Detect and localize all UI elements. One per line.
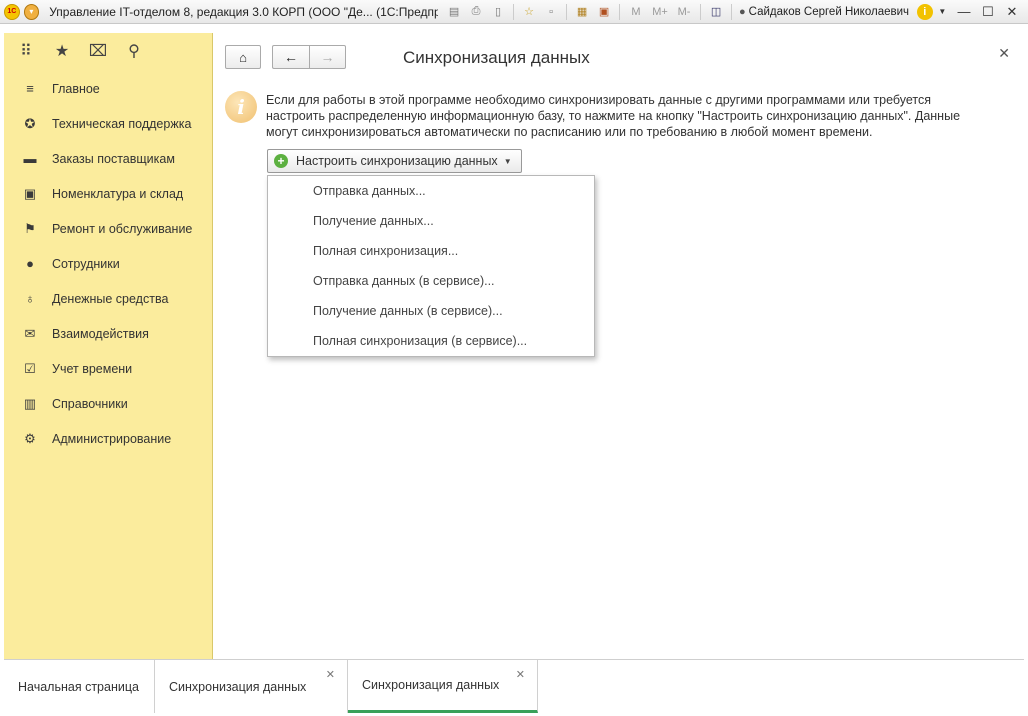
window-controls: — ☐ ✕: [952, 2, 1024, 22]
app-logo-icon[interactable]: 1C: [4, 3, 20, 20]
close-icon[interactable]: ✕: [998, 45, 1010, 62]
menu-item-send-data-service[interactable]: Отправка данных (в сервисе)...: [268, 266, 594, 296]
sidebar-sections: ≡ Главное ✪ Техническая поддержка ▬ Зака…: [4, 71, 212, 456]
apps-grid-icon[interactable]: ⠿: [14, 41, 38, 61]
sidebar-item-repair[interactable]: ⚑ Ремонт и обслуживание: [4, 211, 212, 246]
chevron-down-icon[interactable]: ▼: [933, 3, 952, 21]
current-user[interactable]: ● Сайдаков Сергей Николаевич: [739, 6, 909, 18]
memory-button[interactable]: M: [625, 3, 647, 21]
setup-sync-button[interactable]: + Настроить синхронизацию данных ▼: [267, 149, 522, 173]
sidebar-item-nomenclature[interactable]: ▣ Номенклатура и склад: [4, 176, 212, 211]
gear-icon: ⚙: [24, 430, 36, 446]
checkered-flag-icon: ⚑: [24, 220, 36, 236]
forward-button[interactable]: →: [309, 45, 346, 69]
setup-sync-label: Настроить синхронизацию данных: [296, 154, 498, 168]
open-windows-tabs: Начальная страница Синхронизация данных …: [4, 659, 1024, 713]
sidebar-item-main[interactable]: ≡ Главное: [4, 71, 212, 106]
sidebar: ⠿ ★ ⌧ ⚲ ≡ Главное ✪ Техническая поддержк…: [4, 33, 213, 659]
page-title: Синхронизация данных: [403, 48, 590, 67]
print-icon[interactable]: ⎙: [466, 3, 486, 21]
menu-item-send-data[interactable]: Отправка данных...: [268, 176, 594, 206]
minimize-icon[interactable]: —: [952, 2, 976, 22]
search-icon[interactable]: ⚲: [122, 41, 146, 61]
memory-minus-button[interactable]: M-: [673, 3, 695, 21]
sidebar-toolbar: ⠿ ★ ⌧ ⚲: [4, 33, 212, 69]
menu-item-receive-data-service[interactable]: Получение данных (в сервисе)...: [268, 296, 594, 326]
close-tab-icon[interactable]: ✕: [326, 668, 335, 681]
menu-icon: ≡: [26, 81, 34, 96]
toolbar-separator: [731, 3, 733, 20]
home-button[interactable]: ⌂: [225, 45, 261, 69]
chevron-down-icon: ▼: [503, 156, 512, 166]
people-icon: ●: [26, 256, 34, 271]
arrow-left-icon: ←: [284, 49, 298, 65]
favorite-icon[interactable]: ☆: [519, 3, 539, 21]
books-icon: ▥: [23, 395, 37, 411]
close-window-icon[interactable]: ✕: [1000, 2, 1024, 22]
info-description: Если для работы в этой программе необход…: [266, 93, 961, 139]
memory-plus-button[interactable]: M+: [649, 3, 671, 21]
sidebar-item-support[interactable]: ✪ Техническая поддержка: [4, 106, 212, 141]
printer-icon: ▣: [23, 185, 37, 201]
add-icon: +: [274, 154, 288, 168]
save-icon[interactable]: ▤: [444, 3, 464, 21]
user-icon: ●: [739, 5, 746, 18]
history-icon[interactable]: ▫: [541, 3, 561, 21]
tab-sync-data-1[interactable]: Синхронизация данных ✕: [155, 660, 348, 713]
envelope-icon: ✉: [24, 325, 36, 341]
maximize-icon[interactable]: ☐: [976, 2, 1000, 22]
window-title: Управление IT-отделом 8, редакция 3.0 КО…: [49, 4, 439, 19]
main-panel: ⌂ ← → Синхронизация данных ✕ i Если для …: [213, 33, 1024, 659]
money-bag-icon: ♁: [25, 291, 35, 306]
sidebar-item-references[interactable]: ▥ Справочники: [4, 386, 212, 421]
tab-sync-data-2-active[interactable]: Синхронизация данных ✕: [348, 660, 538, 713]
sidebar-item-money[interactable]: ♁ Денежные средства: [4, 281, 212, 316]
sidebar-item-interactions[interactable]: ✉ Взаимодействия: [4, 316, 212, 351]
truck-icon: ▬: [23, 151, 37, 166]
sidebar-item-administration[interactable]: ⚙ Администрирование: [4, 421, 212, 456]
info-icon: i: [225, 91, 257, 123]
toolbar-separator: [513, 3, 515, 20]
calendar-check-icon: ☑: [24, 360, 36, 376]
history-icon[interactable]: ⌧: [86, 41, 110, 61]
menu-item-full-sync[interactable]: Полная синхронизация...: [268, 236, 594, 266]
tab-home-page[interactable]: Начальная страница: [4, 660, 155, 713]
info-icon[interactable]: i: [917, 3, 933, 20]
favorites-star-icon[interactable]: ★: [50, 41, 74, 61]
preview-icon[interactable]: ▯: [488, 3, 508, 21]
sidebar-item-supplier-orders[interactable]: ▬ Заказы поставщикам: [4, 141, 212, 176]
main-menu-icon[interactable]: ▾: [23, 3, 40, 20]
sidebar-item-time-tracking[interactable]: ☑ Учет времени: [4, 351, 212, 386]
title-toolbar: ▤ ⎙ ▯ ☆ ▫ ▦ ▣ M M+ M- ◫: [444, 3, 735, 21]
back-button[interactable]: ←: [272, 45, 309, 69]
calendar-icon[interactable]: ▣: [594, 3, 614, 21]
home-icon: ⌂: [239, 49, 247, 65]
panels-icon[interactable]: ◫: [706, 3, 726, 21]
lifebuoy-icon: ✪: [24, 115, 36, 131]
arrow-right-icon: →: [320, 49, 335, 65]
menu-item-full-sync-service[interactable]: Полная синхронизация (в сервисе)...: [268, 326, 594, 356]
close-tab-icon[interactable]: ✕: [516, 668, 525, 681]
toolbar-separator: [566, 3, 568, 20]
calculator-icon[interactable]: ▦: [572, 3, 592, 21]
toolbar-separator: [700, 3, 702, 20]
toolbar-separator: [619, 3, 621, 20]
sync-dropdown-menu: Отправка данных... Получение данных... П…: [267, 175, 595, 357]
sidebar-item-employees[interactable]: ● Сотрудники: [4, 246, 212, 281]
user-name: Сайдаков Сергей Николаевич: [748, 5, 910, 18]
title-bar: 1C ▾ Управление IT-отделом 8, редакция 3…: [0, 0, 1028, 24]
menu-item-receive-data[interactable]: Получение данных...: [268, 206, 594, 236]
